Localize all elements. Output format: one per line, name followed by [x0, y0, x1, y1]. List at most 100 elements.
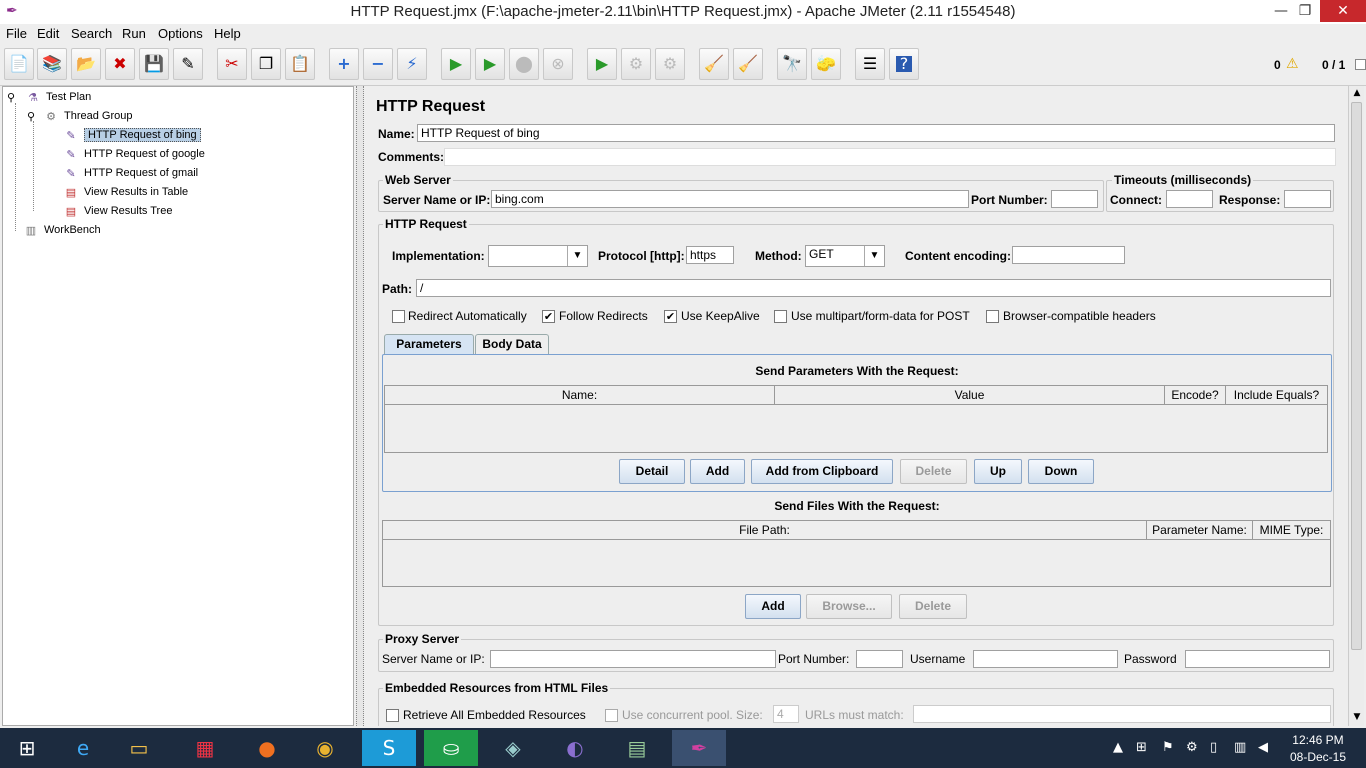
- help-icon[interactable]: ?: [889, 48, 919, 80]
- comments-field[interactable]: [444, 148, 1336, 166]
- toggle-icon[interactable]: ⚡: [397, 48, 427, 80]
- tree-node-results-tree[interactable]: ▤ View Results Tree: [63, 202, 173, 220]
- connect-timeout-field[interactable]: [1166, 190, 1213, 208]
- open-icon[interactable]: 📂: [71, 48, 101, 80]
- jmeter-task-icon[interactable]: ✒: [672, 730, 726, 766]
- start-icon[interactable]: ▶: [441, 48, 471, 80]
- expand-toggle-icon[interactable]: ⚲: [5, 89, 17, 105]
- retrieve-embedded-checkbox[interactable]: [386, 709, 399, 722]
- browse-button[interactable]: Browse...: [806, 594, 892, 619]
- menu-file[interactable]: File: [6, 26, 27, 41]
- port-field[interactable]: [1051, 190, 1098, 208]
- chrome-icon[interactable]: ◉: [298, 730, 352, 766]
- urls-match-field[interactable]: [913, 705, 1331, 723]
- firefox-icon[interactable]: ●: [240, 730, 294, 766]
- menu-edit[interactable]: Edit: [37, 26, 59, 41]
- keepalive-checkbox[interactable]: ✔: [664, 310, 677, 323]
- system-clock[interactable]: 12:46 PM 08-Dec-15: [1290, 732, 1346, 766]
- path-field[interactable]: /: [416, 279, 1331, 297]
- store-icon[interactable]: ⛀: [424, 730, 478, 766]
- concurrent-pool-checkbox[interactable]: [605, 709, 618, 722]
- tray-windows-icon[interactable]: ⊞: [1136, 740, 1147, 755]
- tree-node-thread-group[interactable]: ⚲ ⚙ Thread Group: [25, 107, 133, 125]
- split-pane-divider[interactable]: [356, 86, 364, 726]
- clear-all-icon[interactable]: 🧹: [733, 48, 763, 80]
- file-explorer-icon[interactable]: ▭: [112, 730, 166, 766]
- remote-stop-icon[interactable]: ⚙: [621, 48, 651, 80]
- proxy-server-field[interactable]: [490, 650, 776, 668]
- files-col-mime[interactable]: MIME Type:: [1252, 520, 1331, 540]
- skype-icon[interactable]: S: [362, 730, 416, 766]
- multipart-checkbox[interactable]: [774, 310, 787, 323]
- collapse-icon[interactable]: −: [363, 48, 393, 80]
- add-from-clipboard-button[interactable]: Add from Clipboard: [751, 459, 893, 484]
- explorer-window-icon[interactable]: ▤: [610, 730, 664, 766]
- protocol-field[interactable]: https: [686, 246, 734, 264]
- network-icon[interactable]: ▥: [1234, 740, 1246, 755]
- files-col-path[interactable]: File Path:: [382, 520, 1147, 540]
- shutdown-icon[interactable]: ⊗: [543, 48, 573, 80]
- eclipse-icon[interactable]: ◐: [548, 730, 602, 766]
- redirect-auto-checkbox[interactable]: [392, 310, 405, 323]
- menu-help[interactable]: Help: [214, 26, 241, 41]
- params-col-name[interactable]: Name:: [384, 385, 775, 405]
- params-table-body[interactable]: [384, 404, 1328, 453]
- start-no-pauses-icon[interactable]: ▶: [475, 48, 505, 80]
- down-button[interactable]: Down: [1028, 459, 1094, 484]
- menu-options[interactable]: Options: [158, 26, 203, 41]
- tree-node-test-plan[interactable]: ⚲ ⚗ Test Plan: [5, 88, 91, 106]
- delete-param-button[interactable]: Delete: [900, 459, 967, 484]
- files-col-param-name[interactable]: Parameter Name:: [1146, 520, 1253, 540]
- tree-node-http-google[interactable]: ✎ HTTP Request of google: [63, 145, 204, 163]
- log-toggle-icon[interactable]: [1355, 59, 1366, 70]
- tab-parameters[interactable]: Parameters: [384, 334, 474, 354]
- start-button-icon[interactable]: ⊞: [0, 730, 54, 766]
- remote-shutdown-icon[interactable]: ⚙: [655, 48, 685, 80]
- action-center-icon[interactable]: ⚑: [1162, 740, 1174, 755]
- maximize-button[interactable]: ❐: [1290, 0, 1320, 22]
- close-button[interactable]: ✕: [1320, 0, 1366, 22]
- close-file-icon[interactable]: ✖: [105, 48, 135, 80]
- save-icon[interactable]: 💾: [139, 48, 169, 80]
- battery-icon[interactable]: ▯: [1210, 740, 1217, 755]
- proxy-username-field[interactable]: [973, 650, 1118, 668]
- tree-node-http-bing[interactable]: ✎ HTTP Request of bing: [63, 126, 201, 144]
- server-name-field[interactable]: bing.com: [491, 190, 969, 208]
- proxy-password-field[interactable]: [1185, 650, 1330, 668]
- tray-expand-icon[interactable]: ▲: [1113, 740, 1123, 755]
- tree-node-workbench[interactable]: ▥ WorkBench: [23, 221, 101, 239]
- scroll-thumb[interactable]: [1351, 102, 1362, 650]
- copy-icon[interactable]: ❐: [251, 48, 281, 80]
- method-select[interactable]: GET ▼: [805, 245, 885, 267]
- tree-node-http-gmail[interactable]: ✎ HTTP Request of gmail: [63, 164, 198, 182]
- internet-explorer-icon[interactable]: e: [56, 730, 110, 766]
- expand-icon[interactable]: +: [329, 48, 359, 80]
- tree-node-results-table[interactable]: ▤ View Results in Table: [63, 183, 188, 201]
- proxy-port-field[interactable]: [856, 650, 903, 668]
- paste-icon[interactable]: 📋: [285, 48, 315, 80]
- stop-icon[interactable]: ⬤: [509, 48, 539, 80]
- remote-start-icon[interactable]: ▶: [587, 48, 617, 80]
- templates-icon[interactable]: 📚: [37, 48, 67, 80]
- function-helper-icon[interactable]: ☰: [855, 48, 885, 80]
- menu-run[interactable]: Run: [122, 26, 146, 41]
- reset-search-icon[interactable]: 🧽: [811, 48, 841, 80]
- implementation-select[interactable]: ▼: [488, 245, 588, 267]
- content-encoding-field[interactable]: [1012, 246, 1125, 264]
- new-icon[interactable]: 📄: [4, 48, 34, 80]
- files-table-body[interactable]: [382, 539, 1331, 587]
- browser-headers-checkbox[interactable]: [986, 310, 999, 323]
- delete-file-button[interactable]: Delete: [899, 594, 967, 619]
- app-grid-icon[interactable]: ▦: [178, 730, 232, 766]
- add-file-button[interactable]: Add: [745, 594, 801, 619]
- volume-icon[interactable]: ◀: [1258, 740, 1268, 755]
- search-icon[interactable]: 🔭: [777, 48, 807, 80]
- follow-redirects-checkbox[interactable]: ✔: [542, 310, 555, 323]
- pool-size-field[interactable]: 4: [773, 705, 799, 723]
- detail-button[interactable]: Detail: [619, 459, 685, 484]
- response-timeout-field[interactable]: [1284, 190, 1331, 208]
- scroll-up-icon[interactable]: ▲: [1350, 86, 1364, 100]
- warning-icon[interactable]: ⚠: [1286, 56, 1299, 72]
- vertical-scrollbar[interactable]: ▲ ▼: [1348, 86, 1364, 726]
- tab-body-data[interactable]: Body Data: [475, 334, 549, 354]
